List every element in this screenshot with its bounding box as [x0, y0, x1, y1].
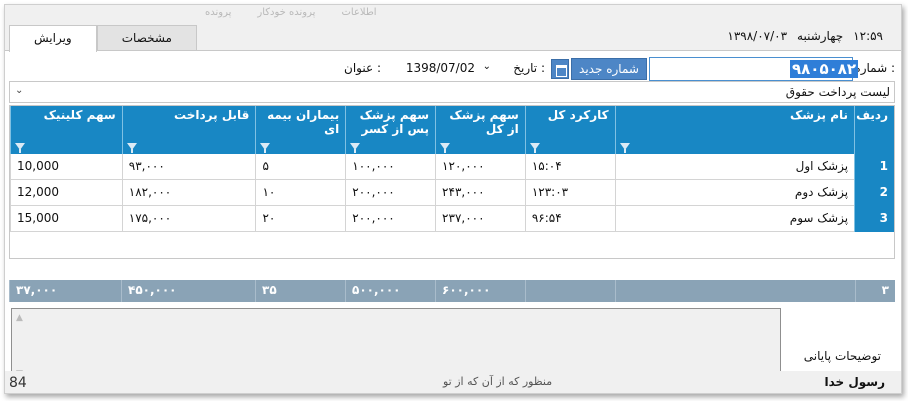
- column-header-doctor-name[interactable]: نام پزشک: [614, 106, 854, 154]
- column-header-insured-patients[interactable]: بیماران بیمه ای: [255, 106, 346, 154]
- filter-icon[interactable]: [126, 143, 137, 153]
- date-label: تاریخ :: [513, 61, 545, 75]
- table-header: ردیف نام پزشک کارکرد کل سهم پزشک از کل س…: [10, 106, 894, 154]
- payable-cell[interactable]: ۹۳,۰۰۰: [121, 154, 256, 180]
- table-row[interactable]: 3 پزشک سوم ۹۶:۵۴ ۲۳۷,۰۰۰ ۲۰۰,۰۰۰ ۲۰ ۱۷۵,…: [10, 206, 894, 232]
- clinic-share-cell[interactable]: 12,000: [10, 180, 122, 206]
- scroll-up-icon[interactable]: ▲: [16, 313, 23, 323]
- current-date: ۱۳۹۸/۰۷/۰۳: [727, 29, 788, 43]
- title-label: عنوان :: [344, 61, 381, 75]
- row-number: 2: [854, 180, 894, 206]
- total-work-cell[interactable]: ۱۲۳:۰۳: [524, 180, 615, 206]
- doctor-share-after-cell[interactable]: ۲۰۰,۰۰۰: [345, 206, 435, 232]
- insured-patients-cell[interactable]: ۲۰: [255, 206, 345, 232]
- column-header-payable[interactable]: قابل پرداخت: [121, 106, 256, 154]
- insured-patients-cell[interactable]: ۵: [255, 154, 345, 180]
- insured-patients-cell[interactable]: ۱۰: [255, 180, 345, 206]
- new-number-button[interactable]: شماره جدید: [571, 58, 647, 80]
- current-time: ۱۲:۵۹: [853, 29, 883, 43]
- total-work-cell[interactable]: ۱۵:۰۴: [524, 154, 615, 180]
- column-header-label: ردیف: [856, 108, 888, 122]
- calendar-icon[interactable]: [551, 59, 569, 79]
- payable-cell[interactable]: ۱۷۵,۰۰۰: [121, 206, 256, 232]
- tab-edit[interactable]: ویرایش: [9, 25, 97, 52]
- table-body: 1 پزشک اول ۱۵:۰۴ ۱۲۰,۰۰۰ ۱۰۰,۰۰۰ ۵ ۹۳,۰۰…: [10, 154, 894, 232]
- total-work-cell[interactable]: ۹۶:۵۴: [524, 206, 615, 232]
- column-header-label: قابل پرداخت: [174, 108, 250, 122]
- total-name: [615, 280, 855, 302]
- bottom-right-text: رسول خدا: [824, 375, 885, 389]
- bottom-middle-text: منظور که از آن که از تو: [443, 375, 553, 388]
- bottom-strip: 84 منظور که از آن که از تو رسول خدا: [5, 371, 901, 393]
- clinic-share-cell[interactable]: 15,000: [10, 206, 122, 232]
- filter-icon[interactable]: [440, 143, 450, 153]
- title-select[interactable]: ⌄ لیست پرداخت حقوق: [9, 81, 895, 103]
- payable-cell[interactable]: ۱۸۲,۰۰۰: [121, 180, 256, 206]
- background-menu: اطلاعات پرونده خودکار پرونده: [205, 7, 377, 18]
- column-header-label: بیماران بیمه ای: [267, 108, 340, 136]
- doctor-share-after-cell[interactable]: ۱۰۰,۰۰۰: [345, 154, 435, 180]
- ghost-menu-item: پرونده: [205, 7, 232, 18]
- table-row[interactable]: 2 پزشک دوم ۱۲۳:۰۳ ۲۴۳,۰۰۰ ۲۰۰,۰۰۰ ۱۰ ۱۸۲…: [10, 180, 894, 206]
- row-number: 3: [854, 206, 894, 232]
- filter-icon[interactable]: [529, 143, 540, 153]
- doctor-name-cell[interactable]: پزشک دوم: [614, 180, 854, 206]
- number-input[interactable]: ۹۸۰۵۰۸۲: [649, 57, 859, 81]
- number-label: شماره :: [854, 61, 895, 75]
- main-panel: شماره : ۹۸۰۵۰۸۲ شماره جدید تاریخ : 1398/…: [5, 50, 901, 393]
- filter-icon[interactable]: [260, 143, 271, 153]
- number-value: ۹۸۰۵۰۸۲: [790, 60, 859, 78]
- title-value: لیست پرداخت حقوق: [785, 85, 890, 99]
- doctor-share-total-cell[interactable]: ۲۳۷,۰۰۰: [435, 206, 525, 232]
- app-window: اطلاعات پرونده خودکار پرونده ویرایش مشخص…: [4, 4, 902, 394]
- total-doctor-share-after: ۵۰۰,۰۰۰: [345, 280, 435, 302]
- column-header-label: سهم پزشک پس از کسر: [359, 108, 429, 136]
- doctor-share-after-cell[interactable]: ۲۰۰,۰۰۰: [345, 180, 435, 206]
- notes-label: توضیحات پایانی: [803, 349, 881, 363]
- column-header-total-work[interactable]: کارکرد کل: [524, 106, 615, 154]
- row-number: 1: [854, 154, 894, 180]
- column-header-label: کارکرد کل: [547, 108, 609, 122]
- tab-bar: ویرایش مشخصات: [9, 25, 197, 52]
- total-insured-patients: ۳۵: [255, 280, 345, 302]
- date-picker[interactable]: 1398/07/02: [406, 61, 475, 75]
- totals-row: ۳ ۶۰۰,۰۰۰ ۵۰۰,۰۰۰ ۳۵ ۴۵۰,۰۰۰ ۳۷,۰۰۰: [9, 280, 895, 302]
- filter-icon[interactable]: [15, 143, 25, 153]
- doctor-name-cell[interactable]: پزشک اول: [614, 154, 854, 180]
- column-header-label: سهم کلینیک: [43, 108, 116, 122]
- chevron-down-icon[interactable]: ⌄: [483, 61, 491, 72]
- total-work: [525, 280, 615, 302]
- clinic-share-cell[interactable]: 10,000: [10, 154, 122, 180]
- total-doctor-share-total: ۶۰۰,۰۰۰: [435, 280, 525, 302]
- date-time-display: ۱۲:۵۹ چهارشنبه ۱۳۹۸/۰۷/۰۳: [727, 29, 883, 43]
- column-header-row-number[interactable]: ردیف: [854, 106, 894, 154]
- filter-icon[interactable]: [619, 143, 630, 153]
- doctor-name-cell[interactable]: پزشک سوم: [614, 206, 854, 232]
- tab-details[interactable]: مشخصات: [96, 25, 197, 51]
- form-row: شماره : ۹۸۰۵۰۸۲ شماره جدید تاریخ : 1398/…: [9, 57, 895, 81]
- bottom-left-text: 84: [9, 375, 27, 391]
- current-weekday: چهارشنبه: [797, 29, 844, 43]
- column-header-doctor-share-total[interactable]: سهم پزشک از کل: [435, 106, 525, 154]
- ghost-menu-item: پرونده خودکار: [257, 7, 316, 18]
- total-count: ۳: [855, 280, 895, 302]
- doctor-share-total-cell[interactable]: ۲۴۳,۰۰۰: [435, 180, 525, 206]
- total-payable: ۴۵۰,۰۰۰: [121, 280, 255, 302]
- column-header-clinic-share[interactable]: سهم کلینیک: [10, 106, 122, 154]
- chevron-down-icon[interactable]: ⌄: [15, 85, 23, 96]
- table-row[interactable]: 1 پزشک اول ۱۵:۰۴ ۱۲۰,۰۰۰ ۱۰۰,۰۰۰ ۵ ۹۳,۰۰…: [10, 154, 894, 180]
- top-strip: اطلاعات پرونده خودکار پرونده: [5, 5, 901, 27]
- filter-icon[interactable]: [350, 143, 361, 153]
- column-header-label: سهم پزشک از کل: [449, 108, 519, 136]
- payroll-table: ردیف نام پزشک کارکرد کل سهم پزشک از کل س…: [9, 105, 895, 259]
- doctor-share-total-cell[interactable]: ۱۲۰,۰۰۰: [435, 154, 525, 180]
- column-header-doctor-share-after[interactable]: سهم پزشک پس از کسر: [345, 106, 435, 154]
- ghost-menu-item: اطلاعات: [341, 7, 377, 18]
- total-clinic-share: ۳۷,۰۰۰: [9, 280, 121, 302]
- column-header-label: نام پزشک: [789, 108, 848, 122]
